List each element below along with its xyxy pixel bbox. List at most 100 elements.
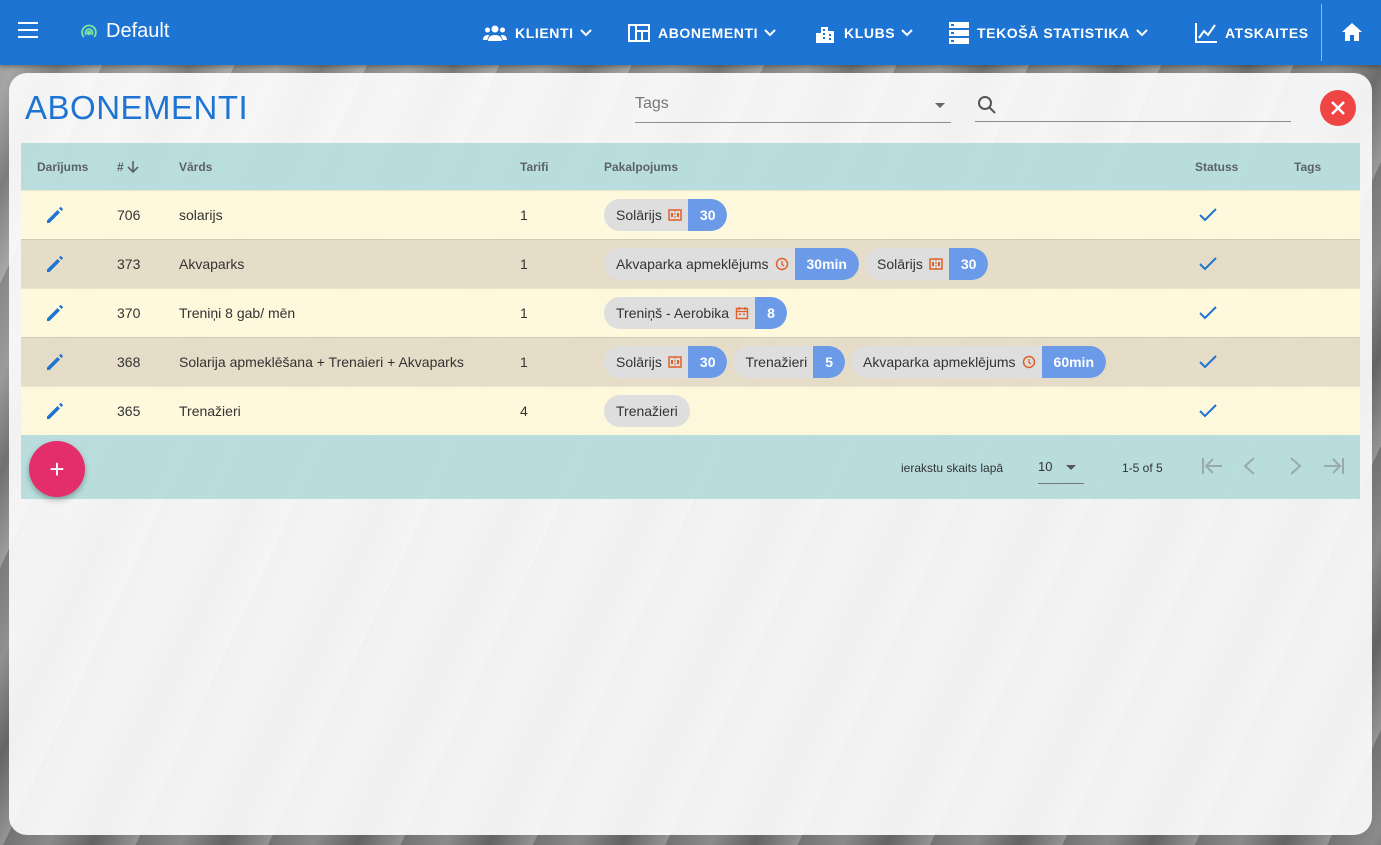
table-header: Darījums # Vārds Tarifi Pakalpojums Stat… — [21, 143, 1360, 190]
check-icon — [1199, 257, 1217, 271]
services-chips: Treniņš - Aerobika 8 — [604, 297, 787, 329]
ticket-icon — [668, 356, 682, 368]
header-action[interactable]: Darījums — [37, 160, 88, 174]
chevron-down-icon — [579, 28, 592, 36]
home-icon[interactable] — [1341, 22, 1363, 42]
edit-icon[interactable] — [45, 303, 65, 323]
service-chip[interactable]: Solārijs 30 — [604, 346, 728, 378]
nav-label: KLUBS — [844, 24, 896, 41]
page-title: ABONEMENTI — [25, 89, 249, 126]
dropdown-arrow-icon — [935, 103, 945, 108]
check-icon — [1199, 306, 1217, 320]
cell-name: Solarija apmeklēšana + Trenaieri + Akvap… — [179, 354, 464, 370]
prev-page-icon[interactable] — [1242, 457, 1256, 475]
search-field[interactable] — [975, 93, 1291, 122]
signal-icon — [81, 24, 97, 38]
building-icon — [816, 26, 834, 43]
nav-klienti[interactable]: KLIENTI — [483, 0, 592, 65]
service-chip[interactable]: Solārijs 30 — [864, 248, 989, 280]
calendar-icon — [735, 306, 749, 320]
chevron-down-icon — [901, 28, 913, 36]
chip-label: Akvaparka apmeklējums — [616, 256, 769, 272]
close-icon — [1331, 101, 1345, 115]
check-icon — [1199, 355, 1217, 369]
rows-per-page-select[interactable]: 10 — [1038, 459, 1084, 484]
chip-value: 30 — [687, 199, 728, 231]
users-icon — [483, 25, 507, 41]
edit-icon[interactable] — [45, 254, 65, 274]
header-id[interactable]: # — [117, 160, 139, 174]
table-row[interactable]: 370 Treniņi 8 gab/ mēn 1 Treniņš - Aerob… — [21, 288, 1360, 337]
service-chip[interactable]: Trenažieri 5 — [733, 346, 846, 378]
cell-tariff: 4 — [520, 403, 528, 419]
page-range: 1-5 of 5 — [1122, 461, 1163, 475]
chart-icon — [1195, 22, 1217, 43]
server-icon — [949, 21, 969, 44]
nav-tekosa-statistika[interactable]: TEKOŠĀ STATISTIKA — [949, 0, 1148, 65]
header-tariff[interactable]: Tarifi — [520, 160, 548, 174]
cell-name: solarijs — [179, 207, 223, 223]
nav-divider — [1321, 4, 1322, 61]
chevron-down-icon — [764, 28, 776, 36]
nav-klubs[interactable]: KLUBS — [816, 0, 913, 65]
cell-id: 365 — [117, 403, 141, 419]
chip-value: 30 — [687, 346, 728, 378]
table-row[interactable]: 365 Trenažieri 4 Trenažieri — [21, 386, 1360, 435]
cell-tariff: 1 — [520, 207, 528, 223]
header-tags[interactable]: Tags — [1294, 160, 1321, 174]
edit-icon[interactable] — [45, 205, 65, 225]
dropdown-arrow-icon — [1066, 465, 1076, 470]
brand[interactable]: Default — [78, 20, 169, 43]
nav-label: ABONEMENTI — [658, 24, 759, 41]
nav-label: KLIENTI — [515, 24, 574, 41]
last-page-icon[interactable] — [1323, 457, 1345, 475]
menu-icon[interactable] — [18, 22, 38, 42]
tags-select[interactable]: Tags — [635, 95, 951, 123]
services-chips: Akvaparka apmeklējums 30min Solārijs 30 — [604, 248, 989, 280]
nav-atskaites[interactable]: ATSKAITES — [1195, 0, 1309, 65]
service-chip[interactable]: Treniņš - Aerobika 8 — [604, 297, 787, 329]
search-input[interactable] — [1005, 95, 1289, 119]
edit-icon[interactable] — [45, 401, 65, 421]
add-button[interactable]: + — [29, 441, 85, 497]
chip-label: Solārijs — [616, 207, 662, 223]
table-row[interactable]: 368 Solarija apmeklēšana + Trenaieri + A… — [21, 337, 1360, 386]
service-chip[interactable]: Akvaparka apmeklējums 30min — [604, 248, 859, 280]
services-chips: Trenažieri — [604, 395, 690, 427]
search-icon — [978, 96, 996, 114]
chip-label: Solārijs — [616, 354, 662, 370]
chip-value: 8 — [755, 297, 787, 329]
service-chip[interactable]: Solārijs 30 — [604, 199, 728, 231]
clock-icon — [1022, 355, 1036, 369]
close-button[interactable] — [1320, 90, 1356, 126]
cell-id: 370 — [117, 305, 141, 321]
header-status[interactable]: Statuss — [1195, 160, 1238, 174]
nav-label: TEKOŠĀ STATISTIKA — [977, 24, 1130, 41]
nav-abonementi[interactable]: ABONEMENTI — [628, 0, 776, 65]
cell-name: Trenažieri — [179, 403, 241, 419]
first-page-icon[interactable] — [1201, 457, 1223, 475]
next-page-icon[interactable] — [1289, 457, 1303, 475]
cell-name: Akvaparks — [179, 256, 245, 272]
service-chip[interactable]: Trenažieri — [604, 395, 690, 427]
chip-label: Trenažieri — [616, 403, 678, 419]
chip-value: 30min — [794, 248, 859, 280]
cell-tariff: 1 — [520, 256, 528, 272]
table-row[interactable]: 373 Akvaparks 1 Akvaparka apmeklējums 30… — [21, 239, 1360, 288]
main-card: ABONEMENTI Tags Darījums # Vārds Tarifi … — [9, 73, 1372, 835]
check-icon — [1199, 404, 1217, 418]
edit-icon[interactable] — [45, 352, 65, 372]
table-row[interactable]: 706 solarijs 1 Solārijs 30 — [21, 190, 1360, 239]
top-app-bar: Default KLIENTI ABONEMENTI KLUBS TEKOŠĀ … — [0, 0, 1381, 65]
cell-id: 706 — [117, 207, 141, 223]
chip-value: 60min — [1041, 346, 1106, 378]
chip-label: Treniņš - Aerobika — [616, 305, 730, 321]
service-chip[interactable]: Akvaparka apmeklējums 60min — [851, 346, 1106, 378]
chip-value: 30 — [948, 248, 989, 280]
header-services[interactable]: Pakalpojums — [604, 160, 678, 174]
check-icon — [1199, 208, 1217, 222]
clock-icon — [775, 257, 789, 271]
ticket-icon — [668, 209, 682, 221]
header-name[interactable]: Vārds — [179, 160, 212, 174]
chevron-down-icon — [1136, 28, 1148, 36]
